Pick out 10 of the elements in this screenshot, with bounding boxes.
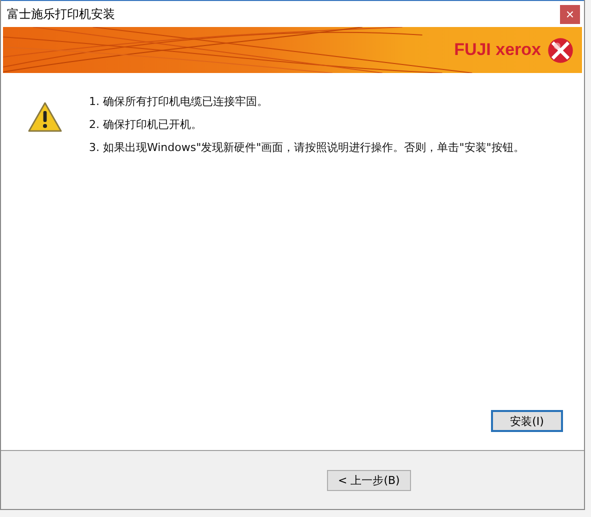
window-title: 富士施乐打印机安装 [7,6,115,22]
back-button[interactable]: < 上一步(B) [327,470,411,490]
brand-logo: FUJI xerox [454,40,541,60]
sphere-logo-icon [547,36,574,64]
warning-icon [27,101,63,133]
close-button[interactable]: × [560,4,580,24]
instruction-text: 3. 如果出现Windows"发现新硬件"画面，请按照说明进行操作。否则，单击"安装"按钮。 [89,141,524,155]
install-button[interactable]: 安装(I) [491,410,563,432]
instruction-text: 2. 确保打印机已开机。 [89,118,203,132]
instruction-text: 1. 确保所有打印机电缆已连接牢固。 [89,95,269,109]
